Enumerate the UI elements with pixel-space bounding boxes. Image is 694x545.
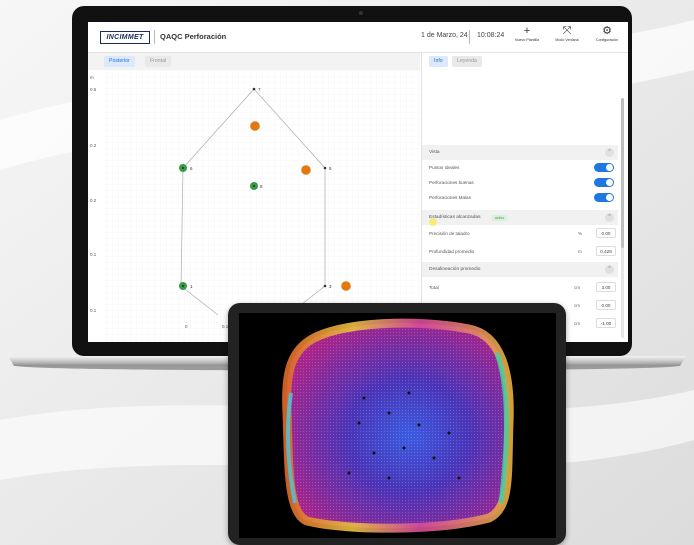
settings-button[interactable]: ⚙ Configuración [588, 25, 626, 49]
ideal-point[interactable] [323, 284, 327, 288]
info-tabs: Info Leyenda [422, 53, 628, 70]
plot-panel: Posterior Frontal m 0.5 0.2 0.2 0.1 0.1 … [88, 53, 420, 342]
misalignment-title: Desalineación promedio [429, 267, 481, 272]
tab-frontal[interactable]: Frontal [145, 56, 172, 67]
bad-drill-point[interactable] [341, 281, 351, 291]
info-scroll-thumb[interactable] [621, 98, 624, 248]
logo-divider [154, 30, 155, 44]
laptop-camera [359, 11, 363, 15]
stat-value: 0.428 [596, 246, 616, 256]
misalign-value: -1.00 [596, 318, 616, 328]
point-center [181, 166, 185, 170]
point-cloud-view[interactable] [239, 313, 556, 538]
stats-section-header[interactable]: Estadísticas alcanzadas activo ⌃ [422, 210, 618, 225]
app-header: INCIMMET QAQC Perforación 1 de Marzo, 24… [88, 22, 628, 53]
chevron-up-icon[interactable]: ⌃ [605, 213, 614, 222]
stat-unit: m [578, 249, 582, 254]
stat-label: Profundidad promedio [429, 249, 475, 254]
misalign-label: Total [429, 285, 439, 290]
misalign-value: 0.00 [596, 300, 616, 310]
app-title: QAQC Perforación [160, 32, 227, 41]
plus-icon: + [523, 25, 531, 37]
misalign-unit: cm [574, 321, 581, 326]
info-panel: Info Leyenda Vista ⌃ Puntos Ideales Perf… [421, 53, 628, 342]
date-label: 1 de Marzo, 24 [421, 32, 468, 39]
logo: INCIMMET [100, 31, 150, 44]
ideal-point[interactable] [323, 166, 327, 170]
tab-posterior[interactable]: Posterior [104, 56, 135, 67]
bad-drill-point[interactable] [250, 121, 260, 131]
status-badge: activo [492, 215, 508, 221]
y-tick-label: 0.5 [90, 87, 97, 92]
tab-info[interactable]: Info [429, 56, 448, 67]
stats-title: Estadísticas alcanzadas [429, 215, 481, 220]
y-tick-label: 0.1 [90, 308, 97, 313]
vista-section-header[interactable]: Vista ⌃ [422, 145, 618, 160]
chevron-up-icon[interactable]: ⌃ [605, 148, 614, 157]
stat-label: Precisión de taladro [429, 231, 470, 236]
new-template-label: Nuevo Plantilla [515, 38, 539, 42]
toggle-label-ideal: Puntos Ideales [429, 165, 460, 170]
new-template-button[interactable]: + Nuevo Plantilla [508, 25, 546, 49]
point-cloud-mesh [286, 323, 510, 529]
vista-title: Vista [429, 150, 440, 155]
misalign-value: 3.00 [596, 282, 616, 292]
toggle-good-drills[interactable] [594, 178, 614, 187]
y-tick-label: 0.2 [90, 198, 97, 203]
toggle-bad-drills[interactable] [594, 193, 614, 202]
point-center [181, 284, 185, 288]
tablet-screen [239, 313, 556, 538]
window-mode-label: Modo Ventana [555, 38, 579, 42]
datetime-divider [469, 30, 470, 44]
view-tabs: Posterior Frontal [88, 53, 420, 70]
y-tick-label: 0.1 [90, 252, 97, 257]
plot-grid [104, 70, 420, 342]
toggle-label-good: Perforaciones buenas [429, 180, 474, 185]
y-tick-label: 0.2 [90, 143, 97, 148]
cursor-highlight [429, 218, 437, 226]
time-label: 10:08:24 [477, 32, 505, 39]
gear-icon: ⚙ [602, 25, 612, 37]
tab-leyenda[interactable]: Leyenda [452, 56, 482, 67]
window-mode-button[interactable]: ⤧ Modo Ventana [548, 25, 586, 49]
toggle-ideal-points[interactable] [594, 163, 614, 172]
stat-unit: % [578, 231, 583, 236]
settings-label: Configuración [595, 38, 619, 42]
laptop-screen: INCIMMET QAQC Perforación 1 de Marzo, 24… [88, 22, 628, 342]
expand-icon: ⤧ [562, 25, 572, 37]
misalign-unit: cm [574, 285, 581, 290]
point-center [252, 184, 256, 188]
stat-value: 0.00 [596, 228, 616, 238]
chevron-up-icon[interactable]: ⌃ [605, 265, 614, 274]
misalign-unit: cm [574, 303, 581, 308]
drill-pattern-plot[interactable]: m 0.5 0.2 0.2 0.1 0.1 0 0.1 7 5 3 6 8 1 [88, 70, 420, 342]
y-unit-label: m [90, 75, 94, 80]
toggle-label-bad: Perforaciones Malas [429, 195, 471, 200]
ideal-point[interactable] [252, 87, 256, 91]
info-empty-area [422, 70, 618, 145]
bad-drill-point[interactable] [301, 165, 311, 175]
misalignment-section-header[interactable]: Desalineación promedio ⌃ [422, 262, 618, 277]
